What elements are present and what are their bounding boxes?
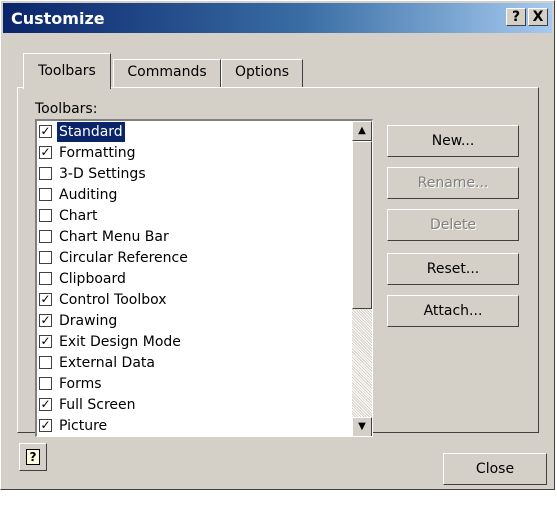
toolbar-list-item-label: Exit Design Mode	[59, 334, 181, 350]
customize-dialog: Customize ? X Toolbars Commands Options …	[0, 0, 555, 490]
toolbar-list-item-label: Circular Reference	[59, 250, 188, 266]
checkbox[interactable]: ✓	[39, 293, 52, 306]
checkbox[interactable]	[39, 188, 52, 201]
toolbar-list-item[interactable]: ✓ Standard	[39, 121, 345, 143]
toolbar-list-item-label: Full Screen	[59, 397, 136, 413]
checkbox[interactable]: ✓	[39, 398, 52, 411]
vertical-scrollbar[interactable]: ▲ ▼	[352, 121, 372, 436]
reset-button[interactable]: Reset...	[387, 253, 519, 285]
toolbar-list-item-label: Standard	[56, 121, 126, 143]
toolbar-list-item[interactable]: ✓ Formatting	[39, 143, 345, 163]
new-button[interactable]: New...	[387, 125, 519, 157]
scroll-thumb[interactable]	[352, 141, 372, 309]
checkbox[interactable]	[39, 167, 52, 180]
checkbox[interactable]	[39, 377, 52, 390]
toolbar-list-item-label: Chart	[59, 208, 98, 224]
checkbox[interactable]: ✓	[39, 335, 52, 348]
checkbox[interactable]	[39, 272, 52, 285]
checkbox[interactable]: ✓	[39, 314, 52, 327]
toolbar-list-item[interactable]: External Data	[39, 353, 345, 373]
toolbar-list-item-label: Forms	[59, 376, 102, 392]
title-close-button[interactable]: X	[528, 8, 548, 26]
toolbar-list-item-label: Formatting	[59, 145, 136, 161]
title-bar[interactable]: Customize ? X	[3, 3, 552, 33]
toolbar-list-item-label: Chart Menu Bar	[59, 229, 169, 245]
tab-options[interactable]: Options	[221, 59, 303, 87]
scroll-up-arrow-icon[interactable]: ▲	[352, 121, 372, 141]
tab-commands[interactable]: Commands	[113, 59, 221, 87]
checkbox[interactable]: ✓	[39, 419, 52, 432]
scroll-down-arrow-icon[interactable]: ▼	[352, 417, 372, 436]
checkbox[interactable]: ✓	[39, 125, 52, 138]
toolbar-list-item[interactable]: ✓ Exit Design Mode	[39, 332, 345, 352]
toolbar-list-item[interactable]: Auditing	[39, 185, 345, 205]
toolbar-list-item[interactable]: Forms	[39, 374, 345, 394]
toolbar-list-item-label: 3-D Settings	[59, 166, 146, 182]
rename-button[interactable]: Rename...	[387, 167, 519, 199]
toolbar-list-item[interactable]: ✓ Drawing	[39, 311, 345, 331]
checkbox[interactable]	[39, 209, 52, 222]
checkbox[interactable]	[39, 356, 52, 369]
attach-button[interactable]: Attach...	[387, 295, 519, 327]
toolbar-list-item-label: External Data	[59, 355, 155, 371]
toolbar-list-item[interactable]: Circular Reference	[39, 248, 345, 268]
delete-button[interactable]: Delete	[387, 209, 519, 241]
toolbar-list-item[interactable]: ✓ Full Screen	[39, 395, 345, 415]
toolbar-list-item[interactable]: ✓ Picture	[39, 416, 345, 436]
checkbox[interactable]: ✓	[39, 146, 52, 159]
toolbar-list-item[interactable]: Clipboard	[39, 269, 345, 289]
help-button[interactable]: ?	[19, 443, 47, 471]
toolbar-list-item[interactable]: 3-D Settings	[39, 164, 345, 184]
window-title: Customize	[11, 9, 105, 28]
toolbar-list-item-label: Clipboard	[59, 271, 126, 287]
close-button[interactable]: Close	[443, 453, 547, 485]
toolbar-list-item[interactable]: Chart	[39, 206, 345, 226]
checkbox[interactable]	[39, 251, 52, 264]
checkbox[interactable]	[39, 230, 52, 243]
toolbar-list-item-label: Auditing	[59, 187, 118, 203]
toolbars-listbox[interactable]: ✓ Standard ✓ Formatting 3-D Settings Auditing…	[35, 119, 373, 437]
help-question-icon: ?	[26, 449, 40, 465]
title-help-button[interactable]: ?	[506, 8, 526, 26]
toolbar-list-item[interactable]: Chart Menu Bar	[39, 227, 345, 247]
toolbar-list-item[interactable]: ✓ Control Toolbox	[39, 290, 345, 310]
toolbar-list-item-label: Picture	[59, 418, 108, 434]
toolbar-list-item-label: Drawing	[59, 313, 118, 329]
toolbars-label: Toolbars:	[35, 101, 98, 117]
toolbar-list-item-label: Control Toolbox	[59, 292, 167, 308]
tab-toolbars[interactable]: Toolbars	[23, 53, 111, 89]
